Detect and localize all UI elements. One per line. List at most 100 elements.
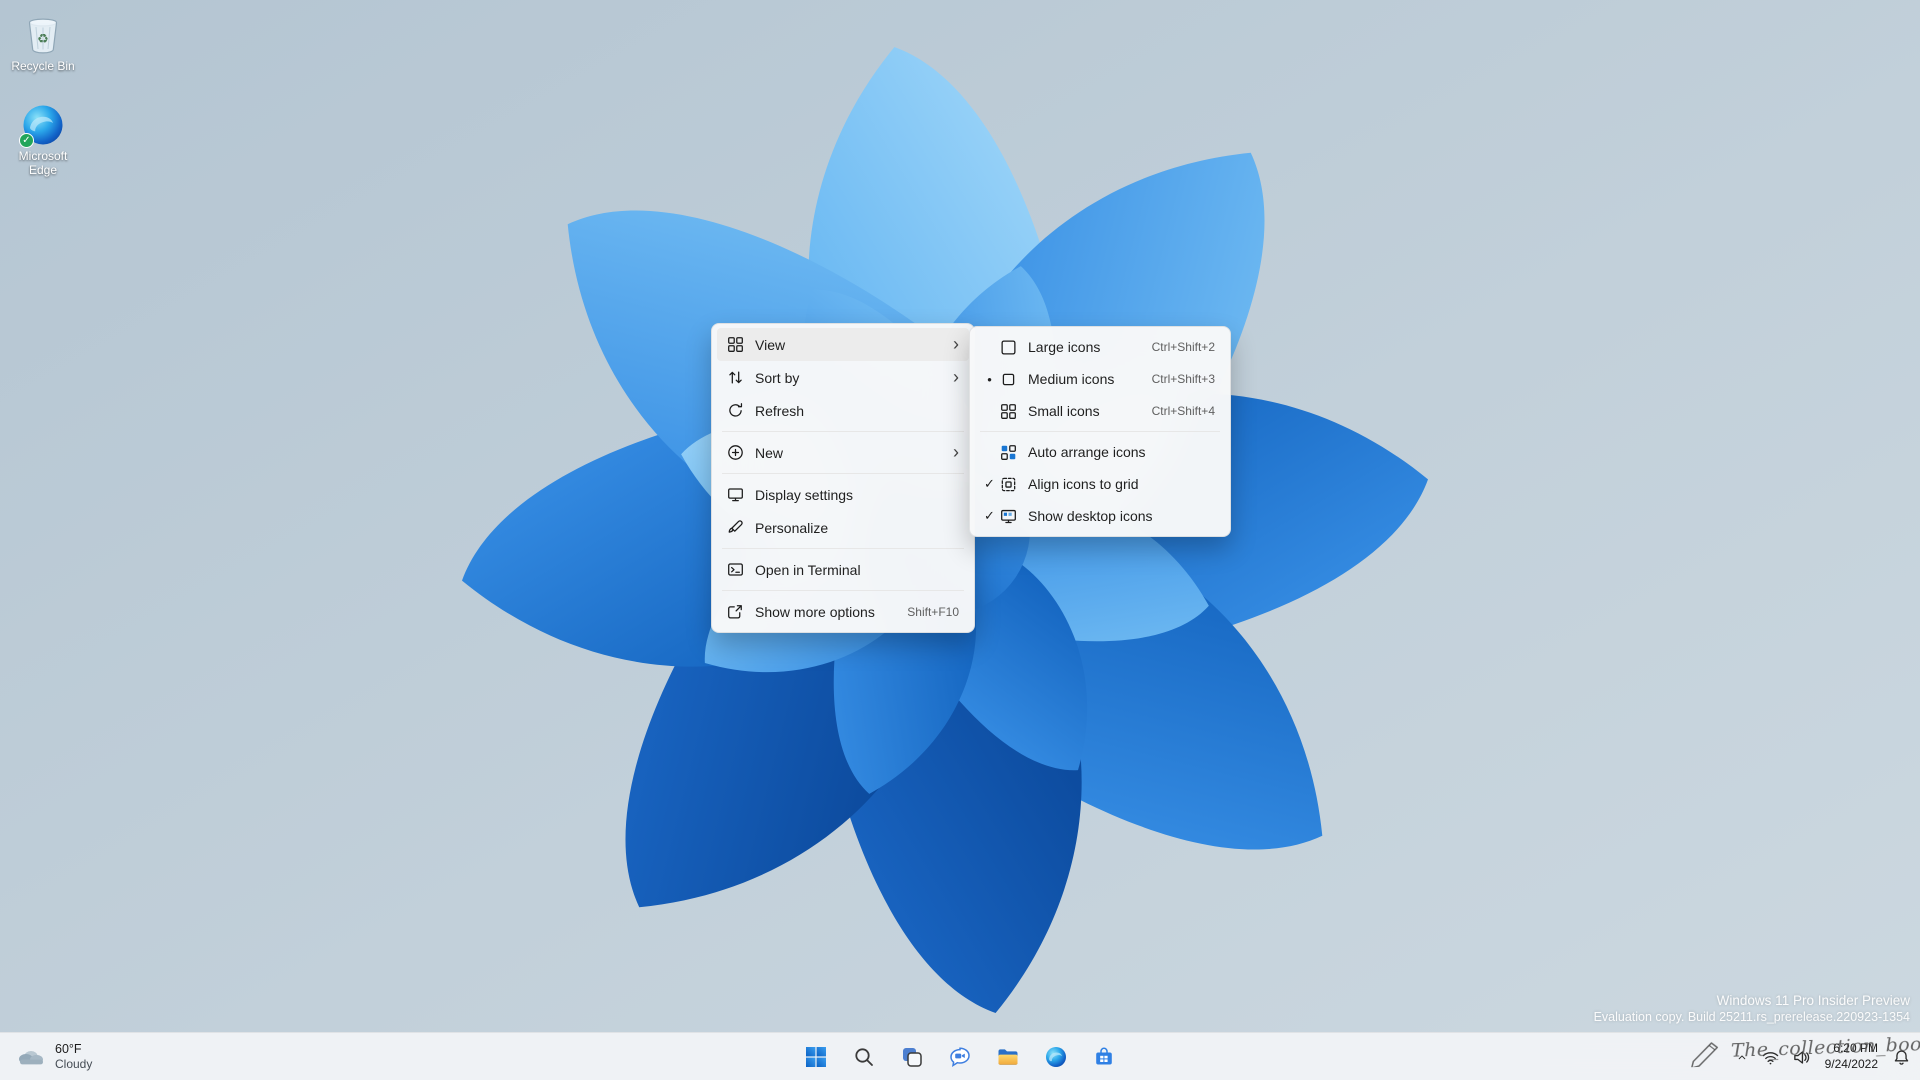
edge-icon bbox=[1046, 1047, 1066, 1067]
desktop-icon-microsoft-edge[interactable]: ✓ Microsoft Edge bbox=[4, 104, 82, 178]
desktop-context-menu: View › Sort by › Refresh New › Display s… bbox=[711, 323, 975, 633]
taskbar-tray: 6:20 PM 9/24/2022 bbox=[1730, 1037, 1916, 1077]
store-icon bbox=[1096, 1047, 1112, 1065]
taskbar-task-view-button[interactable] bbox=[892, 1037, 932, 1077]
menu-item-label: New bbox=[755, 444, 784, 461]
terminal-icon bbox=[727, 561, 744, 578]
taskbar-store-button[interactable] bbox=[1084, 1037, 1124, 1077]
taskbar-search-button[interactable] bbox=[844, 1037, 884, 1077]
notification-bell-button[interactable] bbox=[1887, 1037, 1916, 1077]
shortcut-text: Ctrl+Shift+4 bbox=[1151, 404, 1215, 418]
menu-item-sort-by[interactable]: Sort by › bbox=[717, 361, 969, 394]
search-icon bbox=[855, 1048, 873, 1066]
taskbar-file-explorer-button[interactable] bbox=[988, 1037, 1028, 1077]
align-grid-icon bbox=[1000, 476, 1017, 493]
submenu-item-medium-icons[interactable]: • Medium icons Ctrl+Shift+3 bbox=[975, 363, 1225, 395]
clock-date: 9/24/2022 bbox=[1824, 1057, 1878, 1071]
sort-arrows-icon bbox=[727, 369, 744, 386]
menu-item-label: Sort by bbox=[755, 369, 800, 386]
separator bbox=[722, 590, 964, 591]
menu-item-label: Auto arrange icons bbox=[1028, 444, 1146, 460]
auto-arrange-icon bbox=[1000, 444, 1017, 461]
chat-icon bbox=[950, 1047, 970, 1068]
watermark-line2: Evaluation copy. Build 25211.rs_prerelea… bbox=[1593, 1010, 1910, 1024]
checkmark-icon: ✓ bbox=[984, 508, 995, 523]
menu-item-label: Align icons to grid bbox=[1028, 476, 1139, 492]
menu-item-personalize[interactable]: Personalize bbox=[717, 511, 969, 544]
view-submenu: Large icons Ctrl+Shift+2 • Medium icons … bbox=[969, 326, 1231, 537]
plus-circle-icon bbox=[727, 444, 744, 461]
recycle-bin-icon: ♻ bbox=[28, 18, 58, 54]
menu-item-label: Open in Terminal bbox=[755, 561, 861, 578]
chevron-right-icon: › bbox=[953, 333, 959, 354]
tray-show-hidden-icons-button[interactable] bbox=[1730, 1037, 1754, 1077]
chevron-up-icon bbox=[1738, 1055, 1745, 1060]
submenu-item-align-icons-to-grid[interactable]: ✓ Align icons to grid bbox=[975, 468, 1225, 500]
show-desktop-icon bbox=[1000, 508, 1017, 525]
green-check-badge-icon: ✓ bbox=[19, 133, 34, 148]
taskbar-clock[interactable]: 6:20 PM 9/24/2022 bbox=[1818, 1037, 1885, 1077]
taskbar-start-button[interactable] bbox=[796, 1037, 836, 1077]
microsoft-edge-icon: ✓ bbox=[19, 104, 64, 148]
bell-icon bbox=[1894, 1049, 1909, 1065]
display-icon bbox=[727, 486, 744, 503]
task-view-icon bbox=[903, 1048, 922, 1067]
menu-item-show-more-options[interactable]: Show more options Shift+F10 bbox=[717, 595, 969, 628]
medium-icons-icon bbox=[1000, 371, 1017, 388]
large-icons-icon bbox=[1000, 339, 1017, 356]
menu-item-open-in-terminal[interactable]: Open in Terminal bbox=[717, 553, 969, 586]
submenu-item-show-desktop-icons[interactable]: ✓ Show desktop icons bbox=[975, 500, 1225, 532]
shortcut-text: Ctrl+Shift+3 bbox=[1151, 372, 1215, 386]
submenu-item-large-icons[interactable]: Large icons Ctrl+Shift+2 bbox=[975, 331, 1225, 363]
separator bbox=[722, 548, 964, 549]
menu-item-label: Medium icons bbox=[1028, 371, 1115, 387]
menu-item-label: Personalize bbox=[755, 519, 829, 536]
desktop-icon-label: Recycle Bin bbox=[11, 59, 75, 73]
watermark-line1: Windows 11 Pro Insider Preview bbox=[1716, 993, 1910, 1008]
taskbar-edge-button[interactable] bbox=[1036, 1037, 1076, 1077]
weather-condition: Cloudy bbox=[55, 1057, 93, 1072]
desktop-icon-recycle-bin[interactable]: ♻ Recycle Bin bbox=[4, 12, 82, 73]
menu-item-label: Show desktop icons bbox=[1028, 508, 1153, 524]
grid-icon bbox=[727, 336, 744, 353]
chevron-right-icon: › bbox=[953, 366, 959, 387]
taskbar-center-icons bbox=[796, 1037, 1124, 1077]
separator bbox=[722, 473, 964, 474]
weather-temp: 60°F bbox=[55, 1041, 82, 1056]
refresh-icon bbox=[727, 402, 744, 419]
menu-item-label: View bbox=[755, 336, 786, 353]
file-explorer-icon bbox=[998, 1049, 1018, 1065]
submenu-item-small-icons[interactable]: Small icons Ctrl+Shift+4 bbox=[975, 395, 1225, 427]
taskbar: 60°F Cloudy 6:20 PM 9/24/2022 bbox=[0, 1032, 1920, 1080]
tray-volume-button[interactable] bbox=[1787, 1037, 1816, 1077]
chevron-right-icon: › bbox=[953, 441, 959, 462]
menu-item-display-settings[interactable]: Display settings bbox=[717, 478, 969, 511]
submenu-item-auto-arrange-icons[interactable]: Auto arrange icons bbox=[975, 436, 1225, 468]
desktop-icon-label: Microsoft Edge bbox=[18, 149, 68, 178]
taskbar-chat-button[interactable] bbox=[940, 1037, 980, 1077]
more-options-icon bbox=[727, 603, 744, 620]
wifi-icon bbox=[1762, 1051, 1778, 1064]
svg-text:♻: ♻ bbox=[37, 31, 49, 46]
menu-item-view[interactable]: View › bbox=[717, 328, 969, 361]
separator bbox=[722, 431, 964, 432]
build-watermark: Windows 11 Pro Insider Preview Evaluatio… bbox=[1594, 993, 1910, 1024]
menu-item-label: Small icons bbox=[1028, 403, 1100, 419]
shortcut-text: Ctrl+Shift+2 bbox=[1151, 340, 1215, 354]
radio-dot-icon: • bbox=[987, 371, 992, 387]
speaker-icon bbox=[1793, 1050, 1809, 1064]
separator bbox=[980, 431, 1220, 432]
menu-item-label: Refresh bbox=[755, 402, 805, 419]
weather-widget[interactable]: 60°F Cloudy bbox=[4, 1037, 104, 1077]
start-icon bbox=[806, 1047, 826, 1067]
menu-item-label: Large icons bbox=[1028, 339, 1101, 355]
shortcut-text: Shift+F10 bbox=[907, 604, 959, 619]
cloud-icon bbox=[19, 1051, 43, 1065]
paintbrush-icon bbox=[727, 519, 744, 536]
menu-item-refresh[interactable]: Refresh bbox=[717, 394, 969, 427]
checkmark-icon: ✓ bbox=[984, 476, 995, 491]
tray-network-button[interactable] bbox=[1756, 1037, 1785, 1077]
menu-item-label: Show more options bbox=[755, 603, 875, 620]
menu-item-new[interactable]: New › bbox=[717, 436, 969, 469]
clock-time: 6:20 PM bbox=[1833, 1041, 1878, 1056]
